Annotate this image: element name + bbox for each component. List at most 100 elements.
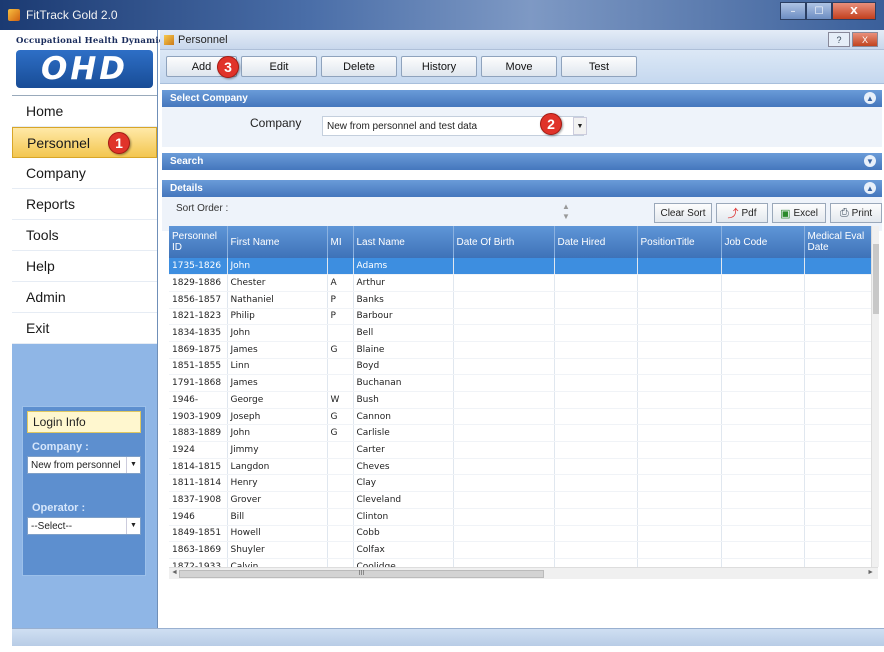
column-header[interactable]: Last Name bbox=[353, 226, 454, 258]
table-cell[interactable] bbox=[721, 324, 805, 342]
table-cell[interactable] bbox=[637, 558, 722, 567]
table-cell[interactable] bbox=[637, 458, 722, 476]
table-cell[interactable] bbox=[554, 558, 638, 567]
table-cell[interactable]: Cheves bbox=[353, 458, 454, 476]
table-cell[interactable]: 1834-1835 bbox=[169, 324, 228, 342]
table-cell[interactable] bbox=[327, 474, 354, 493]
help-button[interactable]: ? bbox=[828, 32, 850, 47]
table-cell[interactable]: Arthur bbox=[353, 274, 454, 292]
table-cell[interactable] bbox=[453, 491, 555, 509]
table-cell[interactable] bbox=[554, 391, 638, 409]
table-cell[interactable] bbox=[637, 308, 722, 326]
table-cell[interactable]: A bbox=[327, 274, 354, 292]
table-cell[interactable]: 1856-1857 bbox=[169, 291, 228, 309]
table-cell[interactable]: 1814-1815 bbox=[169, 458, 228, 476]
table-cell[interactable] bbox=[637, 374, 722, 392]
table-cell[interactable] bbox=[804, 274, 878, 292]
table-cell[interactable] bbox=[804, 391, 878, 409]
table-cell[interactable] bbox=[554, 308, 638, 326]
table-cell[interactable] bbox=[721, 474, 805, 493]
table-row[interactable]: 1834-1835 John Bell bbox=[169, 324, 878, 342]
table-cell[interactable]: G bbox=[327, 424, 354, 443]
table-row[interactable]: 1883-1889 John G Carlisle bbox=[169, 424, 878, 443]
table-cell[interactable] bbox=[804, 441, 878, 459]
table-cell[interactable] bbox=[804, 341, 878, 359]
table-cell[interactable] bbox=[721, 374, 805, 392]
sidebar-item-personnel[interactable]: Personnel 1 bbox=[12, 127, 157, 158]
table-cell[interactable] bbox=[327, 508, 354, 526]
table-cell[interactable]: 1883-1889 bbox=[169, 424, 228, 443]
table-row[interactable]: 1869-1875 James G Blaine bbox=[169, 341, 878, 359]
column-header[interactable]: MI bbox=[327, 226, 354, 258]
table-cell[interactable] bbox=[327, 324, 354, 342]
table-cell[interactable] bbox=[721, 525, 805, 543]
table-row[interactable]: 1856-1857 Nathaniel P Banks bbox=[169, 291, 878, 309]
table-cell[interactable] bbox=[804, 424, 878, 443]
table-cell[interactable] bbox=[453, 358, 555, 376]
table-cell[interactable]: P bbox=[327, 291, 354, 309]
table-cell[interactable] bbox=[721, 341, 805, 359]
pdf-button[interactable]: ⤴ Pdf bbox=[716, 203, 768, 223]
sidebar-item-help[interactable]: Help bbox=[12, 251, 157, 282]
column-header[interactable]: Date Of Birth bbox=[453, 226, 555, 258]
column-header[interactable]: Medical Eval Date bbox=[804, 226, 878, 258]
table-cell[interactable] bbox=[554, 291, 638, 309]
table-cell[interactable] bbox=[327, 541, 354, 559]
table-cell[interactable]: G bbox=[327, 408, 354, 426]
table-cell[interactable] bbox=[804, 474, 878, 493]
minimize-button[interactable]: – bbox=[780, 2, 806, 20]
table-cell[interactable]: John bbox=[227, 324, 328, 342]
table-row[interactable]: 1735-1826 John Adams bbox=[169, 258, 878, 276]
table-cell[interactable]: 1863-1869 bbox=[169, 541, 228, 559]
table-cell[interactable]: 1924 bbox=[169, 441, 228, 459]
print-button[interactable]: ⎙ Print bbox=[830, 203, 882, 223]
table-cell[interactable] bbox=[721, 441, 805, 459]
table-cell[interactable] bbox=[554, 541, 638, 559]
scroll-left-icon[interactable]: ◄ bbox=[171, 569, 178, 576]
table-cell[interactable]: Shuyler bbox=[227, 541, 328, 559]
table-row[interactable]: 1821-1823 Philip P Barbour bbox=[169, 308, 878, 326]
table-cell[interactable] bbox=[637, 341, 722, 359]
table-row[interactable]: 1811-1814 Henry Clay bbox=[169, 474, 878, 493]
table-cell[interactable]: John bbox=[227, 258, 328, 276]
table-cell[interactable] bbox=[327, 258, 354, 276]
table-cell[interactable]: Clinton bbox=[353, 508, 454, 526]
table-cell[interactable] bbox=[721, 291, 805, 309]
table-cell[interactable]: 1735-1826 bbox=[169, 258, 228, 276]
column-header[interactable]: Personnel ID bbox=[169, 226, 228, 258]
table-cell[interactable] bbox=[453, 308, 555, 326]
table-cell[interactable] bbox=[327, 525, 354, 543]
table-row[interactable]: 1837-1908 Grover Cleveland bbox=[169, 491, 878, 509]
table-cell[interactable] bbox=[804, 358, 878, 376]
table-cell[interactable]: Carter bbox=[353, 441, 454, 459]
collapse-icon[interactable]: ▲ bbox=[864, 182, 876, 194]
table-row[interactable]: 1791-1868 James Buchanan bbox=[169, 374, 878, 392]
table-cell[interactable] bbox=[637, 408, 722, 426]
table-cell[interactable]: Cleveland bbox=[353, 491, 454, 509]
table-cell[interactable]: 1903-1909 bbox=[169, 408, 228, 426]
maximize-button[interactable]: ☐ bbox=[806, 2, 832, 20]
table-cell[interactable] bbox=[554, 274, 638, 292]
table-cell[interactable] bbox=[327, 441, 354, 459]
scroll-thumb[interactable]: III bbox=[179, 570, 544, 578]
table-cell[interactable] bbox=[804, 408, 878, 426]
table-cell[interactable]: Buchanan bbox=[353, 374, 454, 392]
table-cell[interactable] bbox=[554, 525, 638, 543]
test-button[interactable]: Test bbox=[561, 56, 637, 77]
table-cell[interactable] bbox=[554, 508, 638, 526]
table-cell[interactable] bbox=[327, 358, 354, 376]
table-cell[interactable] bbox=[637, 424, 722, 443]
excel-button[interactable]: ▣ Excel bbox=[772, 203, 826, 223]
table-cell[interactable] bbox=[554, 408, 638, 426]
table-cell[interactable]: Banks bbox=[353, 291, 454, 309]
table-row[interactable]: 1946 Bill Clinton bbox=[169, 508, 878, 526]
table-cell[interactable] bbox=[637, 324, 722, 342]
table-cell[interactable] bbox=[721, 508, 805, 526]
table-row[interactable]: 1872-1933 Calvin Coolidge bbox=[169, 558, 878, 567]
table-cell[interactable]: Bell bbox=[353, 324, 454, 342]
table-cell[interactable] bbox=[453, 341, 555, 359]
table-cell[interactable] bbox=[453, 441, 555, 459]
table-cell[interactable]: Joseph bbox=[227, 408, 328, 426]
table-row[interactable]: 1829-1886 Chester A Arthur bbox=[169, 274, 878, 292]
vertical-scrollbar[interactable] bbox=[871, 226, 879, 567]
